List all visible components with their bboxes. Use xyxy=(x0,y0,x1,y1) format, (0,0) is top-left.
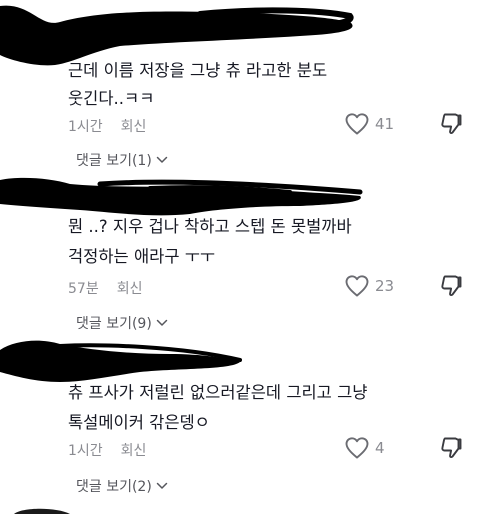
dislike-button[interactable] xyxy=(440,274,462,302)
comment-time: 1시간 xyxy=(68,119,103,135)
thumbs-down-icon xyxy=(441,275,462,297)
like-button[interactable]: 4 xyxy=(344,436,385,460)
thumbs-down-icon xyxy=(441,113,462,135)
chevron-down-icon xyxy=(156,156,168,163)
view-replies-button[interactable]: 댓글 보기(1) xyxy=(76,150,168,170)
comment-item: 뭔 ..? 지우 겁나 착하고 스텝 돈 못벌까바 걱정하는 애라구 ㅜㅜ 57… xyxy=(0,170,480,335)
comment-meta: 57분 회신 xyxy=(68,278,142,298)
like-count: 23 xyxy=(375,277,395,295)
dislike-button[interactable] xyxy=(440,112,462,140)
comment-meta: 1시간 회신 xyxy=(68,440,146,460)
comment-item: 츄 프사가 저럴린 없으러같은데 그리고 그냥 톡설메이커 갂은뎅ㅇ 1시간 회… xyxy=(0,336,480,514)
reply-button[interactable]: 회신 xyxy=(121,116,147,136)
comment-text-line: 츄 프사가 저럴린 없으러같은데 그리고 그냥 xyxy=(68,383,368,402)
comment-text-line: 뭔 ..? 지우 겁나 착하고 스텝 돈 못벌까바 xyxy=(68,217,352,236)
comment-text-line: 근데 이름 저장을 그냥 츄 라고한 분도 xyxy=(68,61,328,80)
like-count: 41 xyxy=(375,115,395,133)
like-count: 4 xyxy=(375,439,385,457)
chevron-down-icon xyxy=(156,319,168,326)
heart-outline-icon xyxy=(345,275,369,297)
reply-button[interactable]: 회신 xyxy=(117,278,143,298)
thumbs-down-icon xyxy=(441,437,462,459)
dislike-button[interactable] xyxy=(440,436,462,464)
view-replies-label: 댓글 보기(1) xyxy=(76,153,152,169)
comment-time: 57분 xyxy=(68,281,99,297)
like-button[interactable]: 41 xyxy=(344,112,394,136)
view-replies-label: 댓글 보기(9) xyxy=(76,316,152,332)
comment-meta: 1시간 회신 xyxy=(68,116,146,136)
view-replies-button[interactable]: 댓글 보기(9) xyxy=(76,313,168,333)
reply-button[interactable]: 회신 xyxy=(121,440,147,460)
view-replies-button[interactable]: 댓글 보기(2) xyxy=(76,476,168,496)
chevron-down-icon xyxy=(156,482,168,489)
comment-time: 1시간 xyxy=(68,443,103,459)
comment-text-line: 웃긴다..ㅋㅋ xyxy=(68,89,155,108)
like-button[interactable]: 23 xyxy=(344,274,394,298)
avatar-partial xyxy=(14,508,70,514)
heart-outline-icon xyxy=(345,437,369,459)
heart-outline-icon xyxy=(345,113,369,135)
comment-text-line: 톡설메이커 갂은뎅ㅇ xyxy=(68,413,210,432)
view-replies-label: 댓글 보기(2) xyxy=(76,479,152,495)
comment-text-line: 걱정하는 애라구 ㅜㅜ xyxy=(68,247,216,266)
comment-item: 근데 이름 저장을 그냥 츄 라고한 분도 웃긴다..ㅋㅋ 1시간 회신 41 … xyxy=(0,0,480,175)
